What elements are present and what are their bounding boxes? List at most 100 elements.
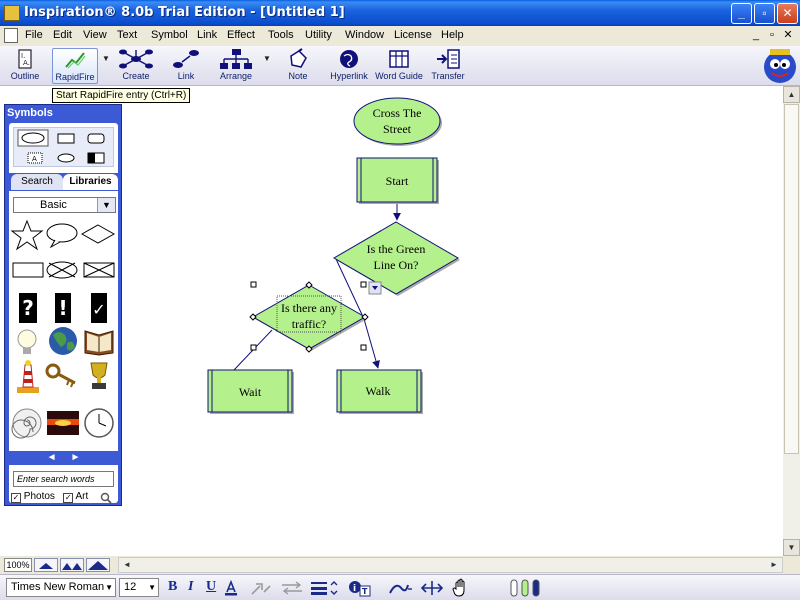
symbol-next-page-button[interactable]: ► [70, 452, 80, 463]
question-mark-symbol-icon[interactable]: ? [19, 293, 37, 323]
zoom-small-button[interactable] [34, 558, 58, 572]
font-size-select[interactable]: 12 ▼ [119, 578, 159, 597]
symbol-info-icon[interactable]: iT [348, 579, 372, 597]
rounded-rect-shape-icon[interactable] [87, 133, 105, 144]
menu-symbol[interactable]: Symbol [151, 29, 188, 41]
link-green-to-walk[interactable] [363, 318, 380, 369]
node-green-line[interactable]: Is the Green Line On? [333, 221, 460, 296]
selection-handle[interactable] [360, 281, 367, 288]
outline-button[interactable]: I. A. Outline [6, 48, 44, 84]
crossed-rectangle-symbol-icon[interactable] [83, 262, 115, 278]
menu-link[interactable]: Link [197, 29, 217, 41]
italic-button[interactable]: I [188, 579, 193, 595]
key-symbol-icon[interactable] [45, 363, 76, 388]
star-symbol-icon[interactable] [10, 219, 44, 251]
scroll-down-icon[interactable]: ▼ [783, 539, 800, 556]
vertical-scrollbar[interactable]: ▲ ▼ [783, 86, 800, 556]
menu-file[interactable]: File [25, 29, 43, 41]
tab-libraries[interactable]: Libraries [63, 174, 118, 190]
selection-handle[interactable] [249, 313, 257, 321]
rapidfire-dropdown-icon[interactable]: ▼ [102, 54, 110, 63]
menu-text[interactable]: Text [117, 29, 137, 41]
scroll-up-icon[interactable]: ▲ [783, 86, 800, 103]
shape-fill-colors-icon[interactable] [510, 578, 546, 598]
word-guide-button[interactable]: Word Guide [374, 48, 424, 84]
speech-bubble-symbol-icon[interactable] [46, 223, 78, 249]
link-direction-icon[interactable] [280, 580, 304, 596]
spiral-symbol-icon[interactable] [11, 408, 42, 439]
zoom-large-button[interactable] [86, 558, 110, 572]
tab-search[interactable]: Search [11, 174, 63, 190]
oval-shape-icon[interactable] [21, 132, 45, 144]
line-weight-icon[interactable] [310, 580, 338, 596]
selection-handle[interactable] [250, 281, 257, 288]
size-dropdown-icon[interactable]: ▼ [148, 579, 156, 596]
menu-tools[interactable]: Tools [268, 29, 294, 41]
mdi-restore-button[interactable]: ▫ [764, 29, 780, 41]
node-traffic[interactable]: Is there any traffic? [249, 281, 369, 353]
transfer-button[interactable]: Transfer [428, 48, 468, 84]
horizontal-scrollbar[interactable]: ◄ ► [118, 557, 783, 573]
mdi-close-button[interactable]: ✕ [780, 28, 796, 41]
font-family-select[interactable]: Times New Roman ▼ [6, 578, 116, 597]
menu-effect[interactable]: Effect [227, 29, 255, 41]
menu-help[interactable]: Help [441, 29, 464, 41]
close-button[interactable]: ✕ [777, 3, 798, 24]
art-checkbox[interactable]: ✓ [63, 493, 74, 503]
photos-checkbox[interactable]: ✓ [11, 493, 21, 503]
diamond-symbol-icon[interactable] [80, 224, 116, 244]
menu-window[interactable]: Window [345, 29, 384, 41]
selection-handle[interactable] [360, 344, 367, 351]
book-symbol-icon[interactable] [84, 330, 114, 356]
maximize-button[interactable]: ▫ [754, 3, 775, 24]
note-button[interactable]: Note [282, 48, 314, 84]
arrange-button[interactable]: Arrange [216, 48, 256, 84]
menu-view[interactable]: View [83, 29, 107, 41]
hyperlink-button[interactable]: Hyperlink [326, 48, 372, 84]
rapidfire-button[interactable]: RapidFire [52, 48, 98, 84]
minimize-button[interactable]: _ [731, 3, 752, 24]
clock-symbol-icon[interactable] [84, 408, 114, 438]
menu-edit[interactable]: Edit [53, 29, 72, 41]
bold-button[interactable]: B [168, 579, 177, 595]
light-bulb-symbol-icon[interactable] [17, 329, 37, 354]
library-dropdown-icon[interactable]: ▼ [97, 198, 115, 212]
menu-license[interactable]: License [394, 29, 432, 41]
underline-button[interactable]: U [206, 579, 216, 595]
crossed-ellipse-symbol-icon[interactable] [46, 261, 78, 279]
menu-utility[interactable]: Utility [305, 29, 332, 41]
zoom-level[interactable]: 100% [4, 558, 32, 572]
sunset-symbol-icon[interactable] [47, 411, 79, 435]
link-button[interactable]: Link [170, 48, 202, 84]
node-cross-the-street[interactable]: Cross The Street [353, 97, 442, 146]
rectangle-symbol-icon[interactable] [12, 262, 44, 278]
library-select[interactable]: Basic ▼ [13, 197, 116, 213]
node-walk[interactable]: Walk [336, 369, 423, 414]
scroll-left-icon[interactable]: ◄ [119, 558, 135, 572]
check-mark-symbol-icon[interactable]: ✓ [91, 293, 107, 323]
trophy-symbol-icon[interactable] [90, 362, 108, 389]
hand-tool-icon[interactable] [452, 578, 470, 598]
text-color-icon[interactable] [224, 580, 238, 596]
symbol-search-input[interactable]: Enter search words [13, 471, 114, 487]
link-style-icon[interactable] [250, 580, 272, 596]
document-icon[interactable] [4, 28, 18, 43]
exclamation-mark-symbol-icon[interactable]: ! [55, 293, 71, 323]
scroll-right-icon[interactable]: ► [766, 558, 782, 572]
small-oval-shape-icon[interactable] [57, 153, 75, 163]
title-bar[interactable]: Inspiration® 8.0b Trial Edition - [Untit… [0, 0, 800, 26]
node-start[interactable]: Start [356, 157, 439, 204]
font-dropdown-icon[interactable]: ▼ [105, 579, 113, 596]
mdi-minimize-button[interactable]: _ [748, 29, 764, 41]
node-wait[interactable]: Wait [207, 369, 294, 414]
symbol-prev-page-button[interactable]: ◄ [47, 452, 57, 463]
lighthouse-symbol-icon[interactable] [17, 360, 39, 393]
vertical-scroll-thumb[interactable] [784, 104, 799, 454]
selection-handle[interactable] [250, 344, 257, 351]
arrange-dropdown-icon[interactable]: ▼ [263, 54, 271, 63]
earth-symbol-icon[interactable] [49, 327, 77, 355]
move-arrows-icon[interactable] [420, 579, 444, 597]
create-button[interactable]: Create [116, 48, 156, 84]
link-curve-icon[interactable] [388, 579, 414, 597]
search-icon[interactable] [100, 492, 112, 504]
